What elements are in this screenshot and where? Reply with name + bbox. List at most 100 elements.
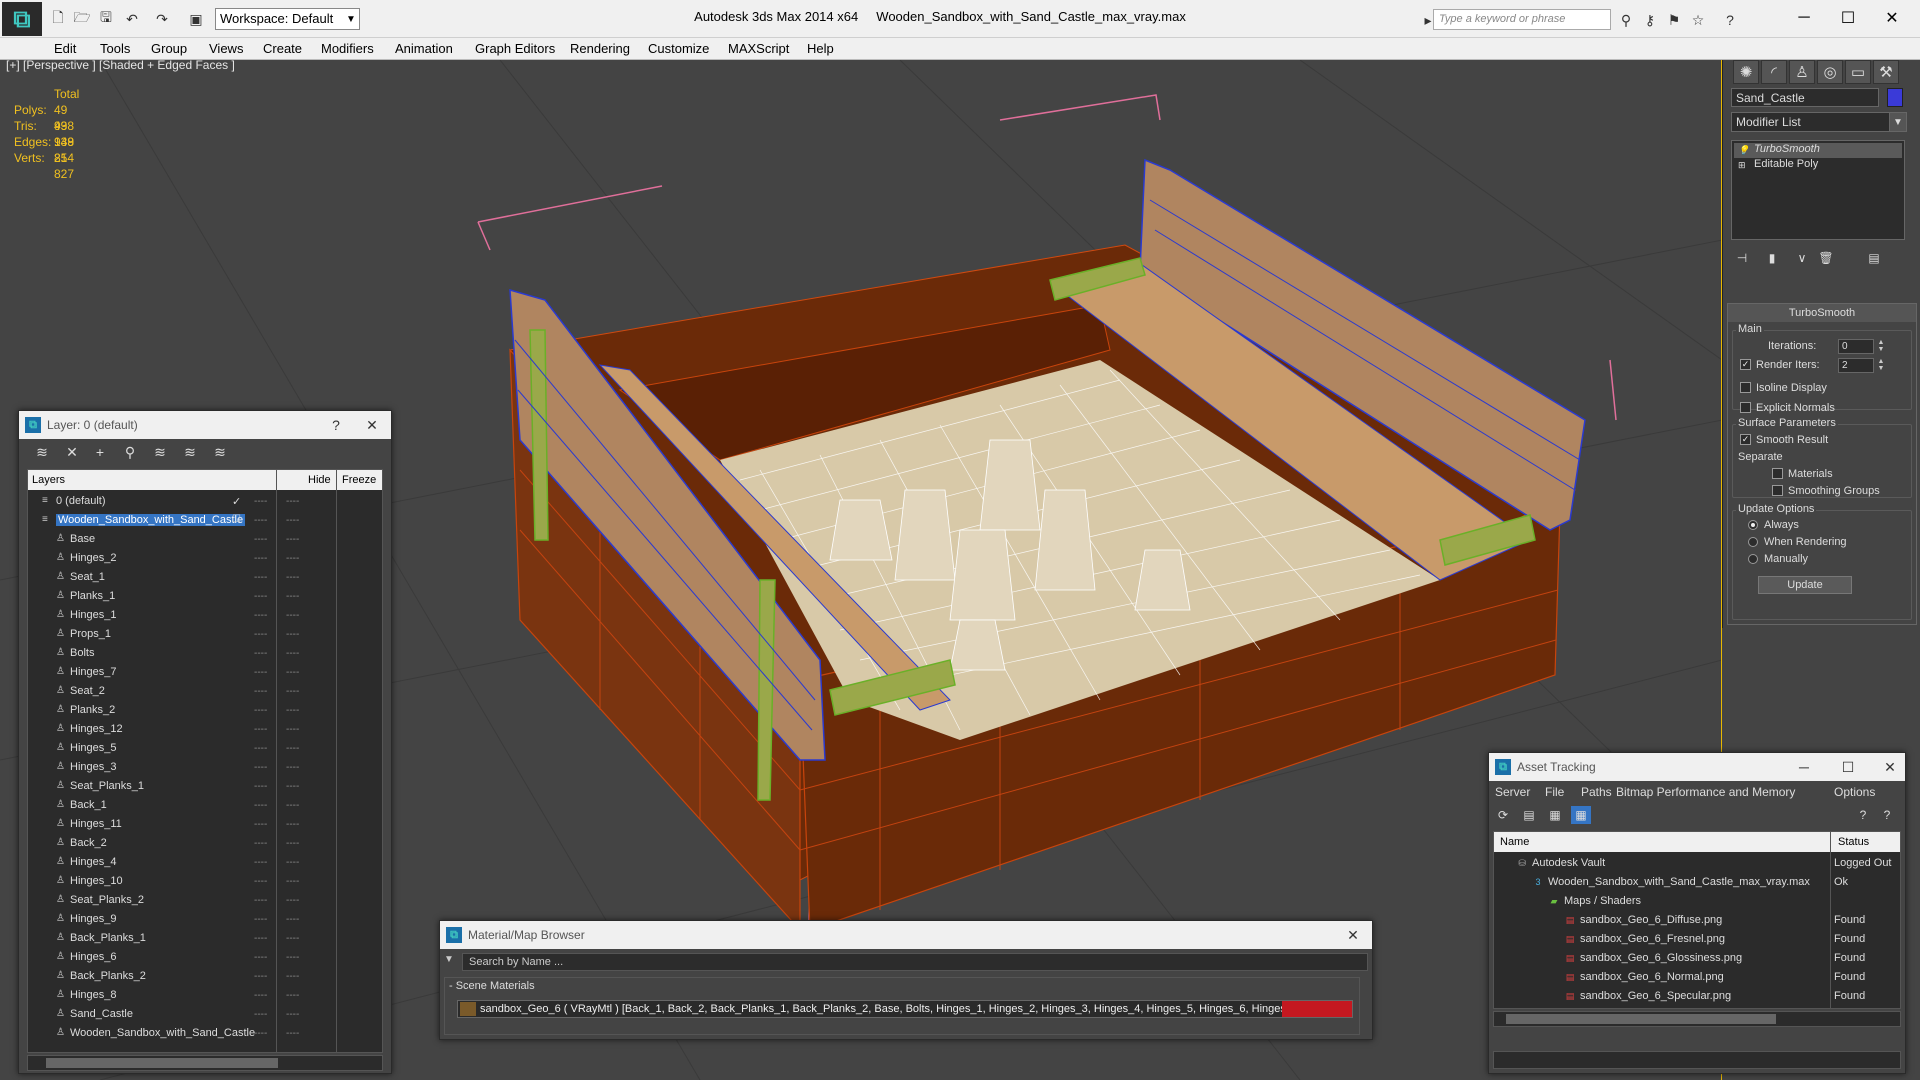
hide-toggle[interactable]: ---- [254, 515, 267, 526]
spinner-arrows-icon[interactable]: ▲ ▼ [1876, 358, 1886, 373]
configure-sets-icon[interactable]: ▤ [1863, 248, 1885, 268]
project-folder-icon[interactable]: ▣ [186, 9, 206, 29]
hide-toggle[interactable]: ---- [254, 553, 267, 564]
freeze-toggle[interactable]: ---- [286, 534, 299, 545]
undo-icon[interactable]: ↶ [122, 9, 142, 29]
isoline-checkbox[interactable] [1740, 382, 1751, 393]
chevron-down-icon[interactable]: ▼ [1889, 112, 1907, 132]
menu-options[interactable]: Options [1834, 785, 1875, 799]
layer-row[interactable]: ♙ Hinges_10 ---- ---- [28, 872, 382, 891]
layer-row[interactable]: ♙ Sand_Castle ---- ---- [28, 1005, 382, 1024]
open-file-icon[interactable]: 🗁 [72, 9, 92, 29]
layer-row[interactable]: ♙ Bolts ---- ---- [28, 644, 382, 663]
new-layer-icon[interactable]: ≋ [31, 442, 53, 462]
minimize-icon[interactable]: ─ [1782, 4, 1826, 32]
freeze-all-icon[interactable]: ≋ [209, 442, 231, 462]
asset-row[interactable]: ▤ sandbox_Geo_6_Fresnel.png Found [1494, 930, 1900, 949]
layer-row[interactable]: ≡ Wooden_Sandbox_with_Sand_Castle ☐ ---- ---… [28, 511, 382, 530]
maximize-icon[interactable]: ☐ [1833, 756, 1863, 778]
freeze-toggle[interactable]: ---- [286, 952, 299, 963]
menu-file[interactable]: File [1545, 785, 1564, 799]
layer-row[interactable]: ♙ Hinges_6 ---- ---- [28, 948, 382, 967]
hide-toggle[interactable]: ---- [254, 629, 267, 640]
layer-row[interactable]: ≡ 0 (default) ✓ ---- ---- [28, 492, 382, 511]
hide-toggle[interactable]: ---- [254, 667, 267, 678]
create-tab-icon[interactable]: ✺ [1733, 60, 1759, 84]
new-file-icon[interactable]: 🗋 [48, 9, 68, 29]
select-objects-icon[interactable]: ⚲ [119, 442, 141, 462]
update-button[interactable]: Update [1758, 576, 1852, 594]
help-button[interactable]: ? [321, 414, 351, 436]
hide-toggle[interactable]: ---- [254, 971, 267, 982]
add-selected-icon[interactable]: + [89, 442, 111, 462]
freeze-toggle[interactable]: ---- [286, 1009, 299, 1020]
utilities-tab-icon[interactable]: ⚒ [1873, 60, 1899, 84]
close-icon[interactable]: ✕ [357, 414, 387, 436]
hide-toggle[interactable]: ---- [254, 990, 267, 1001]
rollout-header[interactable]: TurboSmooth [1728, 304, 1916, 322]
menu-paths[interactable]: Paths [1581, 785, 1612, 799]
column-freeze[interactable]: Freeze [342, 474, 376, 486]
freeze-toggle[interactable]: ---- [286, 724, 299, 735]
hide-toggle[interactable]: ---- [254, 648, 267, 659]
asset-row[interactable]: ▤ sandbox_Geo_6_Normal.png Found [1494, 968, 1900, 987]
freeze-toggle[interactable]: ---- [286, 553, 299, 564]
set-current-layer-icon[interactable]: ☐ [232, 514, 244, 526]
hide-toggle[interactable]: ---- [254, 572, 267, 583]
freeze-toggle[interactable]: ---- [286, 762, 299, 773]
hide-toggle[interactable]: ---- [254, 534, 267, 545]
hide-toggle[interactable]: ---- [254, 914, 267, 925]
layer-row[interactable]: ♙ Props_1 ---- ---- [28, 625, 382, 644]
remove-modifier-icon[interactable]: 🗑 [1815, 248, 1837, 268]
freeze-toggle[interactable]: ---- [286, 914, 299, 925]
hide-toggle[interactable]: ---- [254, 496, 267, 507]
layer-row[interactable]: ♙ Planks_1 ---- ---- [28, 587, 382, 606]
viewport-label[interactable]: [+] [Perspective ] [Shaded + Edged Faces… [6, 58, 235, 72]
maximize-icon[interactable]: ☐ [1826, 4, 1870, 32]
freeze-toggle[interactable]: ---- [286, 933, 299, 944]
menu-group[interactable]: Group [151, 41, 187, 56]
menu-animation[interactable]: Animation [395, 41, 453, 56]
hide-toggle[interactable]: ---- [254, 610, 267, 621]
layer-row[interactable]: ♙ Hinges_9 ---- ---- [28, 910, 382, 929]
menu-graph-editors[interactable]: Graph Editors [475, 41, 555, 56]
hide-toggle[interactable]: ---- [254, 800, 267, 811]
workspace-dropdown[interactable]: Workspace: Default [215, 8, 360, 30]
redo-icon[interactable]: ↷ [152, 9, 172, 29]
expand-plus-icon[interactable]: ⊞ [1738, 160, 1748, 170]
explicit-normals-checkbox[interactable] [1740, 402, 1751, 413]
freeze-toggle[interactable]: ---- [286, 705, 299, 716]
context-help-icon[interactable]: ? [1877, 806, 1897, 824]
freeze-toggle[interactable]: ---- [286, 496, 299, 507]
hide-toggle[interactable]: ---- [254, 686, 267, 697]
freeze-toggle[interactable]: ---- [286, 1028, 299, 1039]
hierarchy-tab-icon[interactable]: ♙ [1789, 60, 1815, 84]
table-view-icon[interactable]: ▦ [1571, 806, 1591, 824]
menu-rendering[interactable]: Rendering [570, 41, 630, 56]
layer-row[interactable]: ♙ Hinges_7 ---- ---- [28, 663, 382, 682]
asset-row[interactable]: 3 Wooden_Sandbox_with_Sand_Castle_max_vra… [1494, 873, 1900, 892]
freeze-toggle[interactable]: ---- [286, 895, 299, 906]
when-rendering-radio[interactable] [1748, 537, 1758, 547]
freeze-toggle[interactable]: ---- [286, 591, 299, 602]
object-name-field[interactable]: Sand_Castle [1731, 88, 1879, 107]
hide-toggle[interactable]: ---- [254, 1009, 267, 1020]
lightbulb-icon[interactable]: 💡 [1738, 145, 1749, 155]
layer-row[interactable]: ♙ Back_Planks_1 ---- ---- [28, 929, 382, 948]
menu-customize[interactable]: Customize [648, 41, 709, 56]
menu-create[interactable]: Create [263, 41, 302, 56]
menu-modifiers[interactable]: Modifiers [321, 41, 374, 56]
menu-help[interactable]: Help [807, 41, 834, 56]
minimize-icon[interactable]: ─ [1789, 756, 1819, 778]
current-layer-check-icon[interactable]: ✓ [232, 495, 241, 508]
column-name[interactable]: Name [1500, 836, 1529, 848]
freeze-toggle[interactable]: ---- [286, 838, 299, 849]
freeze-toggle[interactable]: ---- [286, 515, 299, 526]
layer-row[interactable]: ♙ Planks_2 ---- ---- [28, 701, 382, 720]
manually-radio[interactable] [1748, 554, 1758, 564]
hide-toggle[interactable]: ---- [254, 933, 267, 944]
render-iters-checkbox[interactable]: ✓ [1740, 359, 1751, 370]
hide-toggle[interactable]: ---- [254, 857, 267, 868]
layer-row[interactable]: ♙ Hinges_1 ---- ---- [28, 606, 382, 625]
hide-toggle[interactable]: ---- [254, 591, 267, 602]
